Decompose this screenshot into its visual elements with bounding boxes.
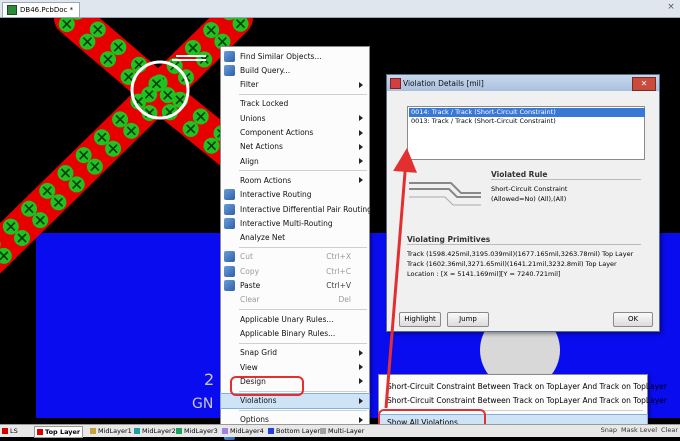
layer-tab-label: MidLayer1 bbox=[98, 427, 132, 435]
layer-tab-label: LS bbox=[10, 427, 18, 435]
status-item[interactable]: Clear bbox=[661, 426, 678, 434]
layer-tab-label: MidLayer3 bbox=[184, 427, 218, 435]
status-item[interactable]: Mask Level bbox=[621, 426, 657, 434]
layer-tab-midlayer2[interactable]: MidLayer2 bbox=[134, 426, 176, 436]
layer-tab-label: Multi-Layer bbox=[328, 427, 365, 435]
layer-tab-midlayer3[interactable]: MidLayer3 bbox=[176, 426, 218, 436]
layer-color-swatch bbox=[37, 429, 43, 435]
layer-tab-midlayer4[interactable]: MidLayer4 bbox=[222, 426, 264, 436]
layer-tab-multi-layer[interactable]: Multi-Layer bbox=[320, 426, 364, 436]
layer-tab-label: Top Layer bbox=[45, 428, 81, 436]
layer-color-swatch bbox=[134, 428, 140, 434]
status-item[interactable]: Snap bbox=[601, 426, 617, 434]
layer-tab-top-layer[interactable]: Top Layer bbox=[34, 426, 84, 438]
layer-tab-ls[interactable]: LS bbox=[2, 426, 18, 436]
layer-color-swatch bbox=[320, 428, 326, 434]
layer-tab-label: MidLayer4 bbox=[230, 427, 264, 435]
status-area: Snap Mask Level Clear bbox=[601, 426, 678, 434]
layer-color-swatch bbox=[268, 428, 274, 434]
layer-tab-bar: LS Top Layer MidLayer1 MidLayer2 MidLayer3 Mi… bbox=[0, 424, 680, 438]
layer-tab-midlayer1[interactable]: MidLayer1 bbox=[90, 426, 132, 436]
annotation-arrow bbox=[384, 148, 417, 409]
layer-tab-label: MidLayer2 bbox=[142, 427, 176, 435]
layer-color-swatch bbox=[90, 428, 96, 434]
layer-color-swatch bbox=[222, 428, 228, 434]
layer-tab-bottom-layer[interactable]: Bottom Layer bbox=[268, 426, 320, 436]
layer-color-swatch bbox=[2, 428, 8, 434]
layer-tab-label: Bottom Layer bbox=[276, 427, 321, 435]
layer-color-swatch bbox=[176, 428, 182, 434]
